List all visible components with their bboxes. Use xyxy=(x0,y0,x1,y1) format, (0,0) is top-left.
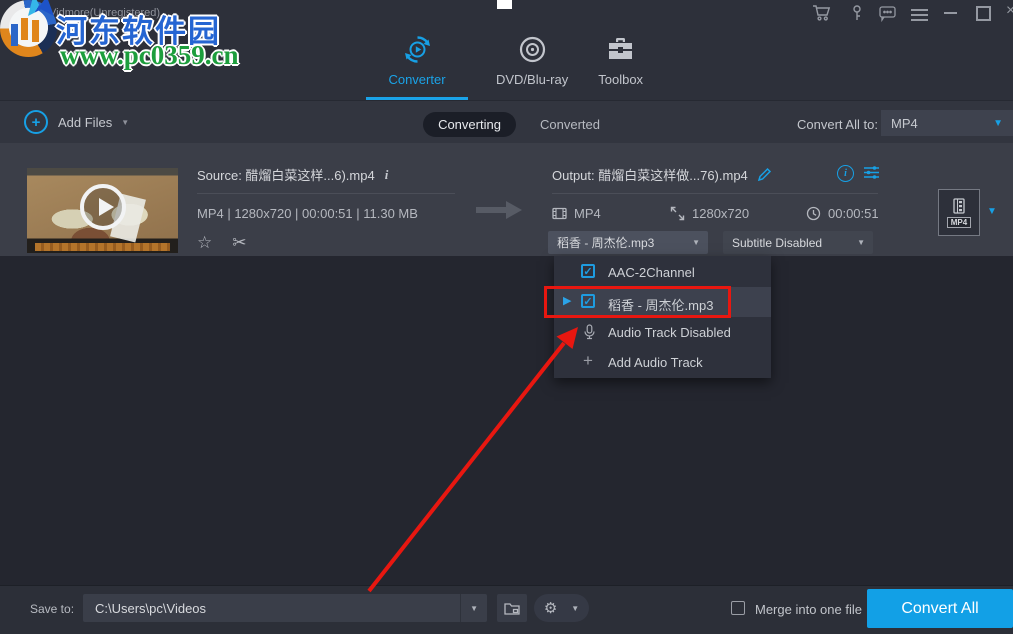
watermark-site-url: www.pc0359.cn xyxy=(60,40,239,71)
tab-converting[interactable]: Converting xyxy=(423,112,516,137)
tab-dvd-bluray[interactable]: DVD/Blu-ray xyxy=(494,34,570,97)
video-thumbnail[interactable] xyxy=(27,168,178,253)
chevron-down-icon: ▼ xyxy=(993,118,1003,129)
audio-track-select[interactable]: 稻香 - 周杰伦.mp3 ▼ xyxy=(548,231,708,254)
window-title: Vidmore(Unregistered) xyxy=(49,7,160,19)
bottom-bar: Save to: ▼ ⚙ ▼ Merge into one file Conve… xyxy=(0,585,1013,634)
play-button-icon[interactable] xyxy=(80,184,126,230)
toolbar: + Add Files ▼ Converting Converted Conve… xyxy=(0,100,1013,143)
flow-arrow-icon xyxy=(476,199,522,226)
output-divider xyxy=(552,193,878,194)
folder-icon xyxy=(504,601,520,615)
output-format-value: MP4 xyxy=(574,206,601,221)
effect-star-icon[interactable]: ☆ xyxy=(197,233,212,253)
minimize-button[interactable] xyxy=(944,12,957,14)
chevron-down-icon: ▼ xyxy=(571,604,579,613)
film-icon xyxy=(951,198,967,214)
edit-name-icon[interactable] xyxy=(757,167,772,182)
audio-menu-item-add[interactable]: + Add Audio Track xyxy=(554,347,771,377)
convert-all-button[interactable]: Convert All xyxy=(867,589,1013,628)
adjust-settings-icon[interactable] xyxy=(863,164,880,181)
output-format-badge[interactable]: MP4 xyxy=(938,189,980,236)
microphone-icon xyxy=(582,324,597,340)
output-label: Output: 醋熘白菜这样做...76).mp4 xyxy=(552,165,748,184)
toolbox-icon xyxy=(605,34,636,65)
playing-indicator-icon: ▶ xyxy=(563,296,571,307)
tab-bar: Converter DVD/Blu-ray xyxy=(366,34,645,100)
merge-checkbox[interactable] xyxy=(731,601,745,615)
audio-menu-item-aac[interactable]: ✓ AAC-2Channel xyxy=(554,257,771,287)
source-info-icon[interactable]: i xyxy=(385,167,389,183)
source-meta: MP4 | 1280x720 | 00:00:51 | 11.30 MB xyxy=(197,206,418,221)
format-badge-label: MP4 xyxy=(947,217,971,228)
tab-converter[interactable]: Converter xyxy=(366,34,468,100)
save-path-box: ▼ xyxy=(83,594,487,622)
tab-toolbox-label: Toolbox xyxy=(598,72,643,87)
settings-button[interactable]: ⚙ ▼ xyxy=(534,594,589,622)
tab-toolbox[interactable]: Toolbox xyxy=(596,34,645,97)
save-path-dropdown-icon[interactable]: ▼ xyxy=(470,604,478,613)
audio-track-menu: ✓ AAC-2Channel ▶ ✓ 稻香 - 周杰伦.mp3 Audio Tr… xyxy=(554,256,771,378)
close-button[interactable]: × xyxy=(1006,2,1013,20)
audio-menu-item-disabled[interactable]: Audio Track Disabled xyxy=(554,317,771,347)
format-dropdown-arrow[interactable]: ▼ xyxy=(987,206,997,217)
add-circle-icon: + xyxy=(24,110,48,134)
clock-icon xyxy=(806,206,821,221)
tab-converted[interactable]: Converted xyxy=(540,117,600,132)
audio-menu-item-daoxiang[interactable]: ▶ ✓ 稻香 - 周杰伦.mp3 xyxy=(554,287,771,317)
tab-dvd-bluray-label: DVD/Blu-ray xyxy=(496,72,568,87)
save-to-label: Save to: xyxy=(30,602,74,616)
key-icon[interactable] xyxy=(847,4,867,22)
subtitle-select[interactable]: Subtitle Disabled ▼ xyxy=(723,231,873,254)
output-resolution-value: 1280x720 xyxy=(692,206,749,221)
plus-icon: + xyxy=(583,351,593,371)
maximize-button[interactable] xyxy=(976,6,991,21)
checkbox-checked-icon[interactable]: ✓ xyxy=(581,264,595,278)
vidmore-window: Vidmore(Unregistered) 河东软件园 www.pc0359.c… xyxy=(0,0,1013,634)
header: Vidmore(Unregistered) 河东软件园 www.pc0359.c… xyxy=(0,0,1013,100)
chevron-down-icon: ▼ xyxy=(692,238,700,247)
output-duration-value: 00:00:51 xyxy=(828,206,879,221)
menu-icon[interactable] xyxy=(911,6,931,24)
divider xyxy=(460,594,461,622)
cut-scissors-icon[interactable]: ✂ xyxy=(232,233,246,253)
disc-icon xyxy=(517,34,548,65)
resolution-icon xyxy=(670,206,685,221)
chevron-down-icon: ▼ xyxy=(857,238,865,247)
convert-all-format-select[interactable]: MP4 ▼ xyxy=(881,110,1013,136)
audio-track-value: 稻香 - 周杰伦.mp3 xyxy=(557,234,683,251)
thumbnail-subtitle-strip xyxy=(35,243,170,251)
checkbox-checked-icon[interactable]: ✓ xyxy=(581,294,595,308)
film-icon xyxy=(552,206,567,221)
save-path-input[interactable] xyxy=(83,601,460,616)
add-files-button[interactable]: + Add Files ▼ xyxy=(24,110,129,134)
file-row: Source: 醋熘白菜这样...6).mp4 i MP4 | 1280x720… xyxy=(0,143,1013,256)
subtitle-value: Subtitle Disabled xyxy=(732,236,848,250)
add-files-label: Add Files xyxy=(58,115,112,130)
screen-artifact xyxy=(497,0,512,9)
merge-label: Merge into one file xyxy=(755,602,862,617)
tab-converter-label: Converter xyxy=(388,72,445,87)
feedback-icon[interactable] xyxy=(878,4,898,22)
browse-folder-button[interactable] xyxy=(497,594,527,622)
converter-icon xyxy=(402,34,433,65)
source-label: Source: 醋熘白菜这样...6).mp4 xyxy=(197,165,375,184)
gear-icon: ⚙ xyxy=(544,601,557,616)
cart-icon[interactable] xyxy=(812,4,832,22)
output-info-icon[interactable]: i xyxy=(837,165,854,182)
source-divider xyxy=(197,193,455,194)
add-files-caret-icon: ▼ xyxy=(121,118,129,127)
convert-all-format-value: MP4 xyxy=(891,116,993,131)
convert-all-to-label: Convert All to: xyxy=(797,117,878,132)
